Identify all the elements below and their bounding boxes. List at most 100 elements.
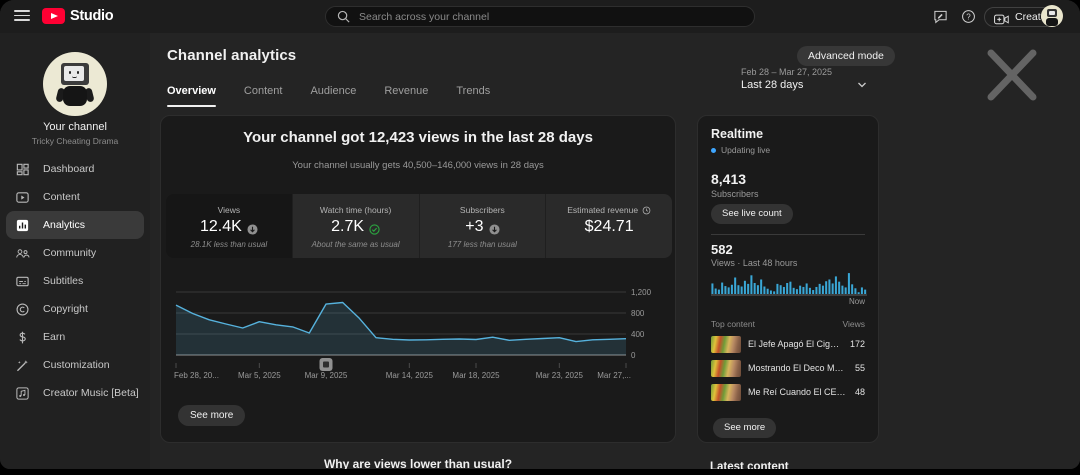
video-views: 172 <box>850 339 865 349</box>
metric-value: $24.71 <box>585 218 634 236</box>
metric-value: 2.7K <box>331 218 364 236</box>
tab-audience[interactable]: Audience <box>310 85 356 107</box>
sidebar-item-copyright[interactable]: Copyright <box>6 295 144 323</box>
earn-icon <box>15 330 30 345</box>
views-subline: Your channel usually gets 40,500–146,000… <box>161 160 675 171</box>
see-live-count-button[interactable]: See live count <box>711 204 793 224</box>
create-video-icon <box>994 12 1009 23</box>
video-title: El Jefe Apagó El Cigarro En... <box>748 339 843 349</box>
sidebar-item-label: Copyright <box>43 303 88 315</box>
date-range-picker[interactable]: Feb 28 – Mar 27, 2025 Last 28 days <box>741 67 832 91</box>
realtime-views-label: Views · Last 48 hours <box>711 258 797 268</box>
metric-estimated-revenue[interactable]: Estimated revenue$24.71 <box>545 194 672 258</box>
svg-text:Mar 14, 2025: Mar 14, 2025 <box>386 371 434 380</box>
community-icon <box>15 246 30 261</box>
help-icon[interactable]: ? <box>961 9 976 24</box>
video-title: Mostrando El Deco Medio A ... <box>748 363 848 373</box>
sidebar-item-content[interactable]: Content <box>6 183 144 211</box>
account-avatar[interactable] <box>1041 5 1063 27</box>
top-content-row[interactable]: Me Reí Cuando El CEO La Tir... 48 <box>711 380 865 404</box>
metric-value: +3 <box>465 218 483 236</box>
main-content: Channel analytics Advanced mode Feb 28 –… <box>150 33 1080 469</box>
search-input[interactable] <box>359 11 744 23</box>
svg-text:400: 400 <box>631 330 645 339</box>
video-thumbnail <box>711 336 741 353</box>
sidebar-item-subtitles[interactable]: Subtitles <box>6 267 144 295</box>
metric-watch-time-hours[interactable]: Watch time (hours) 2.7K About the same as … <box>292 194 419 258</box>
svg-text:Mar 5, 2025: Mar 5, 2025 <box>238 371 281 380</box>
top-bar: Studio ? Create <box>0 0 1080 33</box>
metric-subscribers[interactable]: Subscribers+3177 less than usual <box>419 194 546 258</box>
realtime-see-more-button[interactable]: See more <box>713 418 776 438</box>
metric-note: About the same as usual <box>293 240 419 249</box>
sidebar-item-customization[interactable]: Customization <box>6 351 144 379</box>
subtitles-icon <box>15 274 30 289</box>
svg-text:Mar 18, 2025: Mar 18, 2025 <box>452 371 500 380</box>
realtime-card: Realtime Updating live 8,413 Subscribers… <box>697 115 879 443</box>
close-x-icon[interactable] <box>983 46 1041 104</box>
customization-icon <box>15 358 30 373</box>
metric-label: Views <box>218 205 241 215</box>
tab-revenue[interactable]: Revenue <box>384 85 428 107</box>
search-icon <box>336 9 351 24</box>
svg-text:800: 800 <box>631 309 645 318</box>
realtime-bar-chart[interactable] <box>711 269 867 297</box>
studio-wordmark: Studio <box>70 8 113 24</box>
sidebar-item-dashboard[interactable]: Dashboard <box>6 155 144 183</box>
sidebar-item-label: Dashboard <box>43 163 94 175</box>
video-title: Me Reí Cuando El CEO La Tir... <box>748 387 848 397</box>
svg-text:Mar 9, 2025: Mar 9, 2025 <box>305 371 348 380</box>
sidebar-item-community[interactable]: Community <box>6 239 144 267</box>
tab-trends[interactable]: Trends <box>456 85 490 107</box>
latest-content-heading: Latest content <box>710 461 789 469</box>
svg-text:?: ? <box>966 12 971 21</box>
sidebar: Your channel Tricky Cheating Drama Dashb… <box>0 33 150 469</box>
tab-content[interactable]: Content <box>244 85 283 107</box>
down-arrow-icon <box>247 222 258 233</box>
hamburger-menu-icon[interactable] <box>14 10 30 22</box>
realtime-subscribers-value: 8,413 <box>711 171 746 187</box>
advanced-mode-button[interactable]: Advanced mode <box>797 46 895 66</box>
top-content-header: Top content Views <box>711 319 865 329</box>
views-column-label: Views <box>842 319 865 329</box>
chevron-down-icon[interactable] <box>856 78 868 90</box>
metric-label: Subscribers <box>460 205 505 215</box>
video-views: 48 <box>855 387 865 397</box>
sidebar-item-earn[interactable]: Earn <box>6 323 144 351</box>
youtube-studio-logo[interactable]: Studio <box>42 8 113 24</box>
top-content-row[interactable]: Mostrando El Deco Medio A ...55 <box>711 356 865 380</box>
tab-overview[interactable]: Overview <box>167 85 216 107</box>
creator-music-icon <box>15 386 30 401</box>
down-arrow-icon <box>489 222 500 233</box>
video-thumbnail <box>711 360 741 377</box>
views-line-chart[interactable]: 04008001,200Feb 28, 20...Mar 5, 2025Mar … <box>161 276 677 381</box>
metric-views[interactable]: Views 12.4K 28.1K less than usual <box>166 194 292 258</box>
why-views-lower-heading: Why are views lower than usual? <box>160 457 676 469</box>
copyright-icon <box>15 302 30 317</box>
content-icon <box>15 190 30 205</box>
date-preset-text: Last 28 days <box>741 79 832 91</box>
dashboard-icon <box>15 162 30 177</box>
sidebar-item-label: Community <box>43 247 96 259</box>
sidebar-item-creator-music-beta[interactable]: Creator Music [Beta] <box>6 379 144 407</box>
views-headline: Your channel got 12,423 views in the las… <box>161 129 675 146</box>
search-bar[interactable] <box>325 6 755 27</box>
now-label: Now <box>849 297 865 306</box>
divider <box>711 234 865 235</box>
realtime-title: Realtime <box>711 127 763 141</box>
sidebar-item-label: Earn <box>43 331 65 343</box>
channel-avatar[interactable] <box>43 52 107 116</box>
svg-text:1,200: 1,200 <box>631 288 652 297</box>
svg-text:Feb 28, 20...: Feb 28, 20... <box>174 371 219 380</box>
youtube-studio-window: Studio ? Create Your <box>0 0 1080 469</box>
channel-name: Tricky Cheating Drama <box>0 136 150 146</box>
see-more-button[interactable]: See more <box>178 405 245 426</box>
metric-value: 12.4K <box>200 218 242 236</box>
overview-card: Your channel got 12,423 views in the las… <box>160 115 676 443</box>
metric-note: 28.1K less than usual <box>166 240 292 249</box>
top-content-row[interactable]: El Jefe Apagó El Cigarro En... 172 <box>711 332 865 356</box>
metric-label: Watch time (hours) <box>320 205 391 215</box>
sidebar-item-analytics[interactable]: Analytics <box>6 211 144 239</box>
svg-text:Mar 27,...: Mar 27,... <box>597 371 631 380</box>
feedback-icon[interactable] <box>933 9 948 24</box>
